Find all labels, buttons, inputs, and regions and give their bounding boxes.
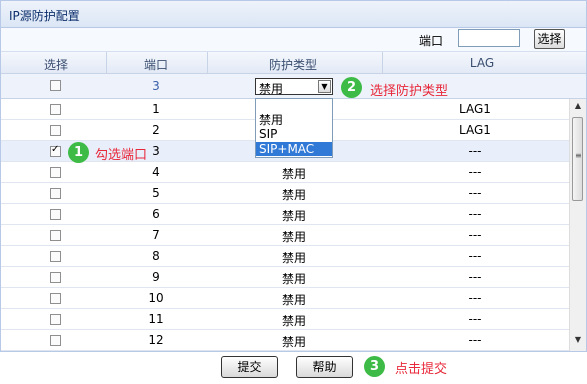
row-port: 11 [148,312,164,326]
row-port: 1 [152,102,160,116]
row-port: 12 [148,333,164,347]
arrow-down-icon[interactable]: ▼ [570,335,586,349]
row-port: 2 [152,123,160,137]
row-lag: --- [468,270,482,284]
chevron-down-icon[interactable]: ▼ [318,80,331,93]
row-protection-type: 禁用 [281,251,306,265]
column-divider [207,52,208,73]
submit-button[interactable]: 提交 [221,356,278,378]
row-lag: --- [468,249,482,263]
step-2-badge: 2 [341,77,362,98]
port-search-input[interactable] [458,29,520,47]
row-lag: --- [468,291,482,305]
row-protection-type: 禁用 [281,335,306,349]
table-row[interactable]: 8 禁用 --- [1,246,569,267]
table-row[interactable]: 6 禁用 --- [1,204,569,225]
row-checkbox[interactable] [50,293,61,304]
row-lag: --- [468,207,482,221]
row-lag: LAG1 [459,123,491,137]
dropdown-option-disabled[interactable]: 禁用 [256,113,332,127]
row-checkbox[interactable] [50,335,61,346]
select-port-button[interactable]: 选择 [534,29,565,49]
table-header: 选择 端口 防护类型 LAG [1,52,586,74]
arrow-up-icon[interactable]: ▲ [570,101,586,115]
row-port: 7 [152,228,160,242]
row-checkbox[interactable] [50,167,61,178]
row-lag: --- [468,228,482,242]
row-checkbox[interactable] [50,144,61,157]
row-protection-type: 禁用 [281,314,306,328]
panel-title: IP源防护配置 [9,9,80,23]
column-header-lag: LAG [469,56,495,70]
row-lag: --- [468,333,482,347]
table-row[interactable]: 10 禁用 --- [1,288,569,309]
protection-type-select[interactable]: 禁用 ▼ [255,78,333,96]
row-protection-type: 禁用 [281,209,306,223]
column-header-port: 端口 [143,58,168,72]
row-port: 9 [152,270,160,284]
batch-edit-row: 3 禁用 ▼ [1,74,586,99]
column-divider [106,52,107,73]
step-1-badge: 1 [68,142,89,163]
row-checkbox[interactable] [50,272,61,283]
batch-select-checkbox[interactable] [50,80,61,91]
row-port: 10 [148,291,164,305]
column-divider [382,52,383,73]
row-protection-type: 禁用 [281,188,306,202]
dropdown-option-blank[interactable] [256,100,332,114]
row-checkbox[interactable] [50,230,61,241]
row-checkbox[interactable] [50,125,61,136]
vertical-scrollbar[interactable]: ▲ ≡ ▼ [569,99,586,351]
column-header-protection-type: 防护类型 [268,58,317,72]
row-protection-type: 禁用 [281,230,306,244]
table-row[interactable]: 7 禁用 --- [1,225,569,246]
step-1-annotation: 勾选端口 [95,148,148,163]
row-port: 6 [152,207,160,221]
grip-icon: ≡ [575,151,582,160]
row-checkbox[interactable] [50,314,61,325]
row-lag: LAG1 [459,102,491,116]
column-header-select: 选择 [43,58,68,72]
row-protection-type: 禁用 [281,293,306,307]
row-port: 4 [152,165,160,179]
table-row[interactable]: 5 禁用 --- [1,183,569,204]
row-lag: --- [468,186,482,200]
protection-type-dropdown: 禁用 SIP SIP+MAC [255,98,333,158]
batch-port-value: 3 [152,79,160,93]
step-3-badge: 3 [364,356,385,377]
row-port: 5 [152,186,160,200]
help-button[interactable]: 帮助 [296,356,353,378]
row-lag: --- [468,312,482,326]
row-checkbox[interactable] [50,209,61,220]
step-3-annotation: 点击提交 [395,362,448,377]
row-protection-type: 禁用 [281,167,306,181]
panel-titlebar: IP源防护配置 [1,1,586,28]
row-lag: --- [468,144,482,158]
scrollbar-thumb[interactable]: ≡ [572,117,583,201]
dropdown-option-sip-mac[interactable]: SIP+MAC [256,142,332,156]
port-search-label: 端口 [419,34,444,48]
row-checkbox[interactable] [50,188,61,199]
row-lag: --- [468,165,482,179]
table-row[interactable]: 11 禁用 --- [1,309,569,330]
row-port: 8 [152,249,160,263]
table-row[interactable]: 9 禁用 --- [1,267,569,288]
protection-type-selected-value: 禁用 [259,82,284,96]
step-2-annotation: 选择防护类型 [370,84,449,99]
row-checkbox[interactable] [50,251,61,262]
table-row[interactable]: 4 禁用 --- [1,162,569,183]
row-checkbox[interactable] [50,104,61,115]
ip-source-guard-panel: IP源防护配置 端口 选择 选择 端口 防护类型 LAG 3 禁用 ▼ 1 LAG… [0,0,587,352]
port-search-bar: 端口 选择 [1,28,586,52]
table-row[interactable]: 12 禁用 --- [1,330,569,351]
row-protection-type: 禁用 [281,272,306,286]
dropdown-option-sip[interactable]: SIP [256,127,332,141]
